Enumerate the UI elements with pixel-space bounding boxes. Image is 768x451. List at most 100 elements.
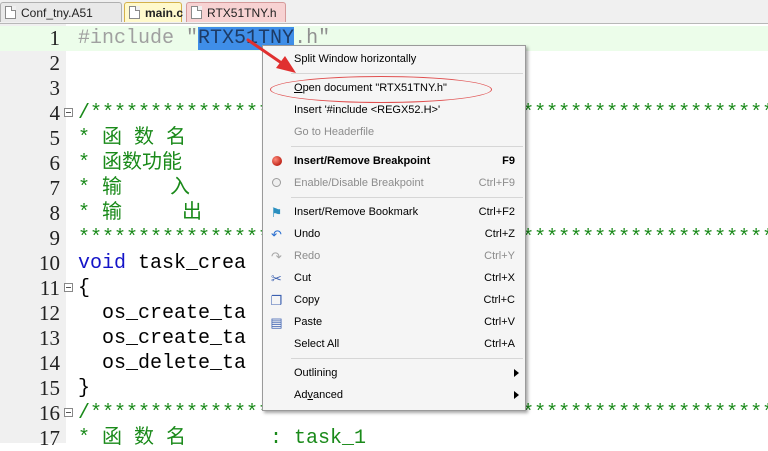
menu-item-undo[interactable]: ↶ Undo Ctrl+Z	[263, 223, 525, 245]
code-token: os_create_ta	[78, 327, 247, 350]
menu-item-copy[interactable]: ❐ Copy Ctrl+C	[263, 289, 525, 311]
menu-item-select-all[interactable]: Select All Ctrl+A	[263, 333, 525, 355]
code-token: {	[78, 277, 91, 300]
menu-item-label: Insert/Remove Breakpoint	[294, 155, 431, 167]
menu-item-insert-remove-breakpoint[interactable]: Insert/Remove Breakpoint F9	[263, 150, 525, 172]
undo-icon: ↶	[271, 227, 282, 242]
line-number: 1	[49, 26, 61, 50]
code-text: void task_crea	[78, 251, 246, 276]
line-number: 3	[49, 76, 61, 100]
menu-item-label: Copy	[294, 294, 320, 306]
copy-icon: ❐	[270, 293, 283, 308]
menu-item-label: Split Window horizontally	[294, 53, 417, 65]
submenu-arrow-icon	[514, 369, 519, 377]
menu-item-label: Insert/Remove Bookmark	[294, 206, 419, 218]
menu-item-enable-disable-breakpoint: Enable/Disable Breakpoint Ctrl+F9	[263, 172, 525, 194]
redo-icon: ↷	[271, 249, 282, 264]
paste-icon: ▤	[270, 315, 283, 330]
menu-item-cut[interactable]: ✂ Cut Ctrl+X	[263, 267, 525, 289]
code-token: os_delete_ta	[78, 352, 247, 375]
code-text: * 函 数 名	[78, 126, 186, 151]
code-token: #include	[78, 27, 187, 50]
file-icon	[5, 6, 16, 19]
menu-item-outlining[interactable]: Outlining	[263, 362, 525, 384]
line-number: 6	[49, 151, 61, 175]
line-number: 9	[49, 226, 61, 250]
tab-bar: Conf_tny.A51 main.c RTX51TNY.h	[0, 0, 768, 24]
line-number: 7	[49, 176, 61, 200]
tab-main-c[interactable]: main.c	[124, 2, 183, 22]
menu-item-go-to-headerfile: Go to Headerfile	[263, 121, 525, 143]
menu-item-shortcut: Ctrl+Y	[484, 250, 515, 262]
code-text: {	[78, 276, 90, 301]
menu-item-label: Undo	[294, 228, 321, 240]
code-text: }	[78, 376, 90, 401]
menu-item-insert-remove-bookmark[interactable]: ⚑ Insert/Remove Bookmark Ctrl+F2	[263, 201, 525, 223]
menu-item-paste[interactable]: ▤ Paste Ctrl+V	[263, 311, 525, 333]
line-number: 14	[39, 351, 60, 375]
code-text: os_delete_ta	[78, 351, 246, 376]
line-number: 4	[49, 101, 61, 125]
code-text: * 输 出	[78, 201, 202, 226]
menu-item-advanced[interactable]: Advanced	[263, 384, 525, 406]
fold-toggle-icon[interactable]	[64, 108, 73, 117]
menu-item-shortcut: Ctrl+V	[484, 316, 515, 328]
code-token: * 函数功能	[78, 152, 183, 175]
line-number: 15	[39, 376, 60, 400]
code-text: os_create_ta	[78, 326, 246, 351]
menu-separator	[291, 197, 523, 198]
menu-item-shortcut: F9	[502, 155, 515, 167]
menu-item-redo: ↷ Redo Ctrl+Y	[263, 245, 525, 267]
menu-item-split-window-horizontally[interactable]: Split Window horizontally	[263, 48, 525, 70]
fold-toggle-icon[interactable]	[64, 408, 73, 417]
tab-rtx51tny-h[interactable]: RTX51TNY.h	[186, 2, 286, 22]
code-token: task_crea	[126, 252, 247, 275]
menu-item-label: Cut	[294, 272, 312, 284]
cut-icon: ✂	[271, 271, 282, 286]
submenu-arrow-icon	[514, 391, 519, 399]
code-text: * 函数功能	[78, 151, 182, 176]
menu-separator	[291, 73, 523, 74]
line-number: 11	[39, 276, 60, 300]
tab-label: RTX51TNY.h	[207, 6, 277, 20]
code-token: * 函 数 名	[78, 127, 187, 150]
fold-toggle-icon[interactable]	[64, 283, 73, 292]
code-token: }	[78, 377, 91, 400]
code-text: * 输 入	[78, 176, 190, 201]
menu-item-label: Select All	[294, 338, 340, 350]
tab-conf-tny-a51[interactable]: Conf_tny.A51	[0, 2, 122, 22]
menu-item-shortcut: Ctrl+A	[484, 338, 515, 350]
menu-item-label: Redo	[294, 250, 321, 262]
line-number: 13	[39, 326, 60, 350]
code-text: os_create_ta	[78, 301, 246, 326]
code-line[interactable]: 17 * 函 数 名 : task_1	[0, 426, 768, 451]
tab-label: Conf_tny.A51	[21, 6, 93, 20]
menu-item-label: Go to Headerfile	[294, 126, 375, 138]
code-token: void	[78, 252, 127, 275]
annotation-ellipse	[270, 76, 492, 103]
code-token: * 输 出	[78, 202, 203, 225]
code-token: * 输 入	[78, 177, 191, 200]
file-icon	[191, 6, 202, 19]
code-token: "	[186, 27, 199, 50]
menu-item-shortcut: Ctrl+Z	[484, 228, 515, 240]
code-token: os_create_ta	[78, 302, 247, 325]
menu-separator	[291, 358, 523, 359]
code-token: * 函 数 名 : task_1	[78, 427, 367, 450]
menu-item-shortcut: Ctrl+F9	[478, 177, 515, 189]
menu-item-shortcut: Ctrl+X	[484, 272, 515, 284]
line-number: 17	[39, 426, 60, 450]
menu-item-label: Paste	[294, 316, 323, 328]
menu-item-label: Advanced	[294, 389, 343, 401]
breakpoint-disabled-icon	[270, 177, 283, 190]
code-text: * 函 数 名 : task_1	[78, 426, 366, 451]
line-number: 5	[49, 126, 61, 150]
menu-separator	[291, 146, 523, 147]
menu-item-label: Outlining	[294, 367, 338, 379]
menu-item-shortcut: Ctrl+F2	[478, 206, 515, 218]
bookmark-icon: ⚑	[270, 205, 283, 220]
line-number: 8	[49, 201, 61, 225]
breakpoint-icon	[270, 155, 283, 168]
line-number: 16	[39, 401, 60, 425]
menu-item-shortcut: Ctrl+C	[483, 294, 515, 306]
